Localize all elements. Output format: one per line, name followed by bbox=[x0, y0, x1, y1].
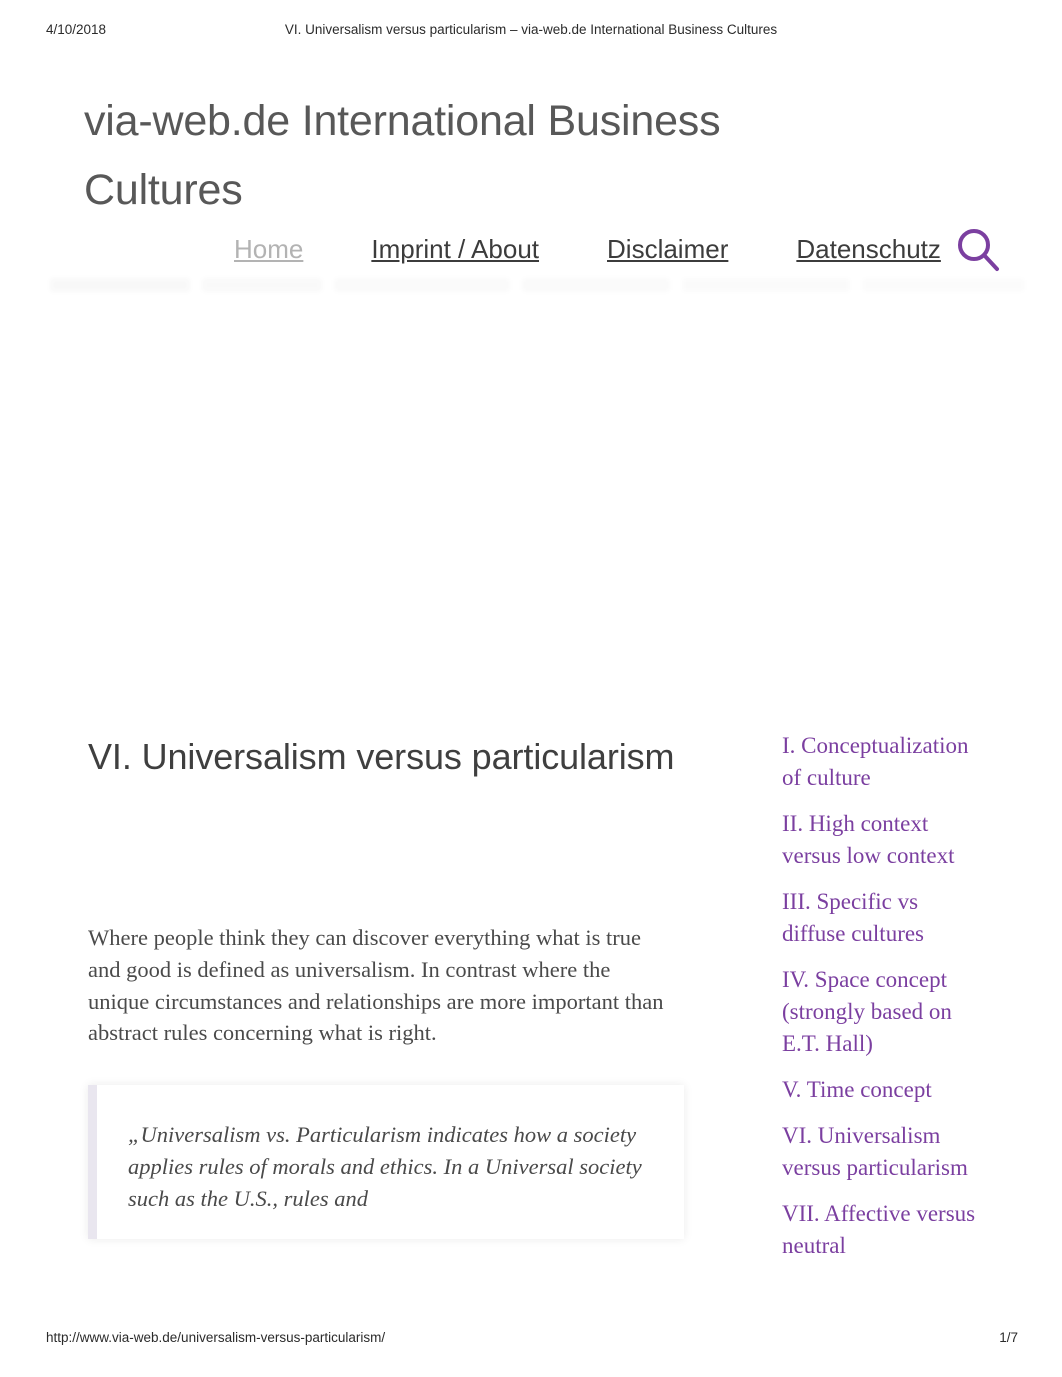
nav-item-home[interactable]: Home bbox=[200, 218, 337, 280]
print-page-number: 1/7 bbox=[999, 1330, 1018, 1345]
blockquote-left-bar bbox=[88, 1085, 97, 1239]
page-content: VI. Universalism versus particularism Wh… bbox=[0, 300, 1062, 1320]
sidebar-link-vi-universalism-versus-particularism[interactable]: VI. Universalism versus particularism bbox=[782, 1120, 982, 1184]
sidebar-link-i-conceptualization-of-culture[interactable]: I. Conceptualization of culture bbox=[782, 730, 982, 794]
sidebar-link-iii-specific-vs-diffuse-cultures[interactable]: III. Specific vs diffuse cultures bbox=[782, 886, 982, 950]
article-body: Where people think they can discover eve… bbox=[88, 922, 668, 1049]
print-footer: http://www.via-web.de/universalism-versu… bbox=[0, 1330, 1062, 1350]
sidebar-chapter-list: I. Conceptualization of culture II. High… bbox=[782, 730, 982, 1276]
article-paragraph: Where people think they can discover eve… bbox=[88, 925, 664, 1046]
page-title: VI. Universalism versus particularism bbox=[88, 736, 675, 777]
blockquote-text: „Universalism vs. Particularism indicate… bbox=[128, 1122, 642, 1211]
sidebar-link-iv-space-concept[interactable]: IV. Space concept (strongly based on E.T… bbox=[782, 964, 982, 1060]
search-button[interactable] bbox=[950, 220, 1008, 280]
main-navigation: Home Imprint / About Disclaimer Datensch… bbox=[0, 200, 1062, 300]
article: VI. Universalism versus particularism Wh… bbox=[88, 728, 688, 1261]
nav-item-datenschutz[interactable]: Datenschutz bbox=[762, 218, 975, 280]
nav-bottom-shadow bbox=[50, 278, 1025, 292]
print-footer-url: http://www.via-web.de/universalism-versu… bbox=[46, 1330, 386, 1345]
sidebar-link-ii-high-context-versus-low-context[interactable]: II. High context versus low context bbox=[782, 808, 982, 872]
print-header-title: VI. Universalism versus particularism – … bbox=[284, 22, 778, 37]
article-blockquote: „Universalism vs. Particularism indicate… bbox=[88, 1085, 684, 1239]
sidebar-link-v-time-concept[interactable]: V. Time concept bbox=[782, 1074, 982, 1106]
sidebar-link-vii-affective-versus-neutral[interactable]: VII. Affective versus neutral bbox=[782, 1198, 982, 1262]
print-header: 4/10/2018 VI. Universalism versus partic… bbox=[0, 22, 1062, 42]
nav-item-disclaimer[interactable]: Disclaimer bbox=[573, 218, 762, 280]
nav-item-list: Home Imprint / About Disclaimer Datensch… bbox=[200, 218, 975, 280]
search-icon bbox=[950, 220, 1008, 280]
nav-item-imprint-about[interactable]: Imprint / About bbox=[337, 218, 573, 280]
